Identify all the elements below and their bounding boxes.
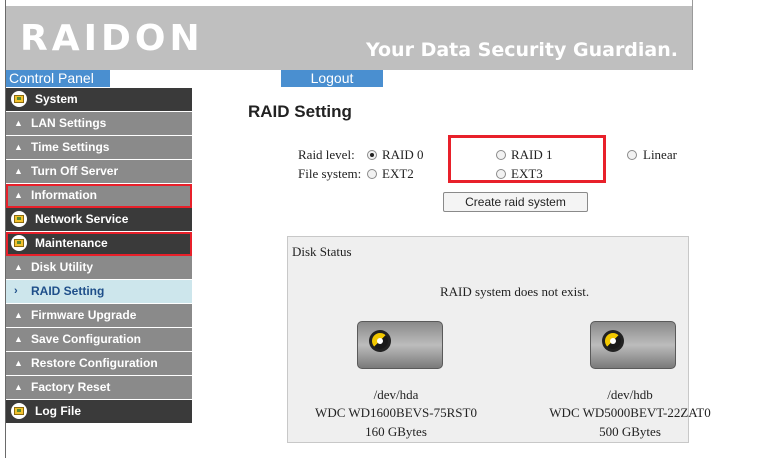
chevron-up-icon: ▲	[14, 382, 23, 392]
sidebar-item-label: Save Configuration	[31, 332, 142, 346]
platter-icon	[602, 330, 624, 352]
sidebar-item-label: Firmware Upgrade	[31, 308, 137, 322]
raid-level-label: Raid level:	[298, 147, 355, 162]
folder-icon	[11, 91, 27, 107]
chevron-up-icon: ▲	[14, 358, 23, 368]
folder-icon	[11, 403, 27, 419]
hard-drive-icon	[357, 321, 443, 369]
hard-drive-icon	[590, 321, 676, 369]
disk-device: /dev/hda	[373, 387, 419, 402]
chevron-up-icon: ▲	[14, 166, 23, 176]
chevron-up-icon: ▲	[14, 310, 23, 320]
sidebar-item-label: RAID Setting	[31, 284, 105, 298]
sidebar-item-label: Information	[31, 188, 97, 202]
disk-size: 500 GBytes	[599, 424, 661, 439]
folder-icon	[11, 211, 27, 227]
linear-label: Linear	[643, 147, 677, 162]
file-system-label: File system:	[298, 166, 362, 181]
sidebar-item-label: System	[35, 92, 78, 106]
sidebar-item-label: Turn Off Server	[31, 164, 119, 178]
disk-status-panel: Disk Status RAID system does not exist. …	[287, 236, 711, 443]
disk-status-title: Disk Status	[292, 244, 352, 259]
sidebar-item-label: Restore Configuration	[31, 356, 158, 370]
page-title: RAID Setting	[248, 102, 352, 121]
logout-button[interactable]: Logout	[281, 70, 383, 87]
sidebar-item-label: Network Service	[35, 212, 129, 226]
raidon-logo: RAIDON	[20, 18, 204, 59]
sidebar-item-turn-off-server[interactable]: ▲ Turn Off Server	[6, 160, 192, 184]
folder-icon	[11, 235, 27, 251]
chevron-up-icon: ▲	[14, 142, 23, 152]
sidebar-item-firmware-upgrade[interactable]: ▲ Firmware Upgrade	[6, 304, 192, 328]
sidebar-item-time-settings[interactable]: ▲ Time Settings	[6, 136, 192, 160]
ext2-label: EXT2	[382, 166, 414, 181]
ext2-radio[interactable]	[367, 169, 377, 179]
linear-radio[interactable]	[627, 150, 637, 160]
sidebar-item-information[interactable]: ▲ Information	[6, 184, 192, 208]
disk-model: WDC WD1600BEVS-75RST0	[315, 405, 477, 420]
tagline: Your Data Security Guardian.	[365, 39, 678, 61]
platter-icon	[369, 330, 391, 352]
raid0-radio[interactable]	[367, 150, 377, 160]
sidebar-item-label: Maintenance	[35, 236, 108, 250]
disk-size: 160 GBytes	[365, 424, 427, 439]
chevron-up-icon: ▲	[14, 262, 23, 272]
chevron-up-icon: ▲	[14, 118, 23, 128]
chevron-up-icon: ▲	[14, 334, 23, 344]
highlight-box	[448, 135, 606, 183]
create-raid-button[interactable]: Create raid system	[443, 192, 588, 212]
sidebar-item-label: Disk Utility	[31, 260, 94, 274]
sidebar-item-maintenance[interactable]: Maintenance	[6, 232, 192, 256]
sidebar-item-system[interactable]: System	[6, 88, 192, 112]
chevron-up-icon: ▲	[14, 190, 23, 200]
sidebar-item-raid-setting[interactable]: › RAID Setting	[6, 280, 192, 304]
sidebar-menu: System ▲ LAN Settings ▲ Time Settings ▲ …	[6, 88, 192, 424]
control-panel-label: Control Panel	[6, 70, 110, 87]
raid-status-message: RAID system does not exist.	[440, 284, 590, 299]
sidebar-item-factory-reset[interactable]: ▲ Factory Reset	[6, 376, 192, 400]
header-banner: RAIDON Your Data Security Guardian.	[6, 6, 692, 70]
sidebar-item-label: Log File	[35, 404, 81, 418]
sidebar-item-label: LAN Settings	[31, 116, 107, 130]
disk-model: WDC WD5000BEVT-22ZAT0	[549, 405, 711, 420]
sidebar-item-log-file[interactable]: Log File	[6, 400, 192, 424]
chevron-right-icon: ›	[14, 285, 18, 297]
sidebar-item-disk-utility[interactable]: ▲ Disk Utility	[6, 256, 192, 280]
raid0-label: RAID 0	[382, 147, 424, 162]
sidebar-item-label: Time Settings	[31, 140, 110, 154]
sidebar-item-lan-settings[interactable]: ▲ LAN Settings	[6, 112, 192, 136]
disk-device: /dev/hdb	[607, 387, 653, 402]
sidebar-item-save-configuration[interactable]: ▲ Save Configuration	[6, 328, 192, 352]
sidebar-item-network-service[interactable]: Network Service	[6, 208, 192, 232]
sidebar-item-label: Factory Reset	[31, 380, 111, 394]
frame-right-border	[692, 0, 693, 70]
sidebar-item-restore-configuration[interactable]: ▲ Restore Configuration	[6, 352, 192, 376]
